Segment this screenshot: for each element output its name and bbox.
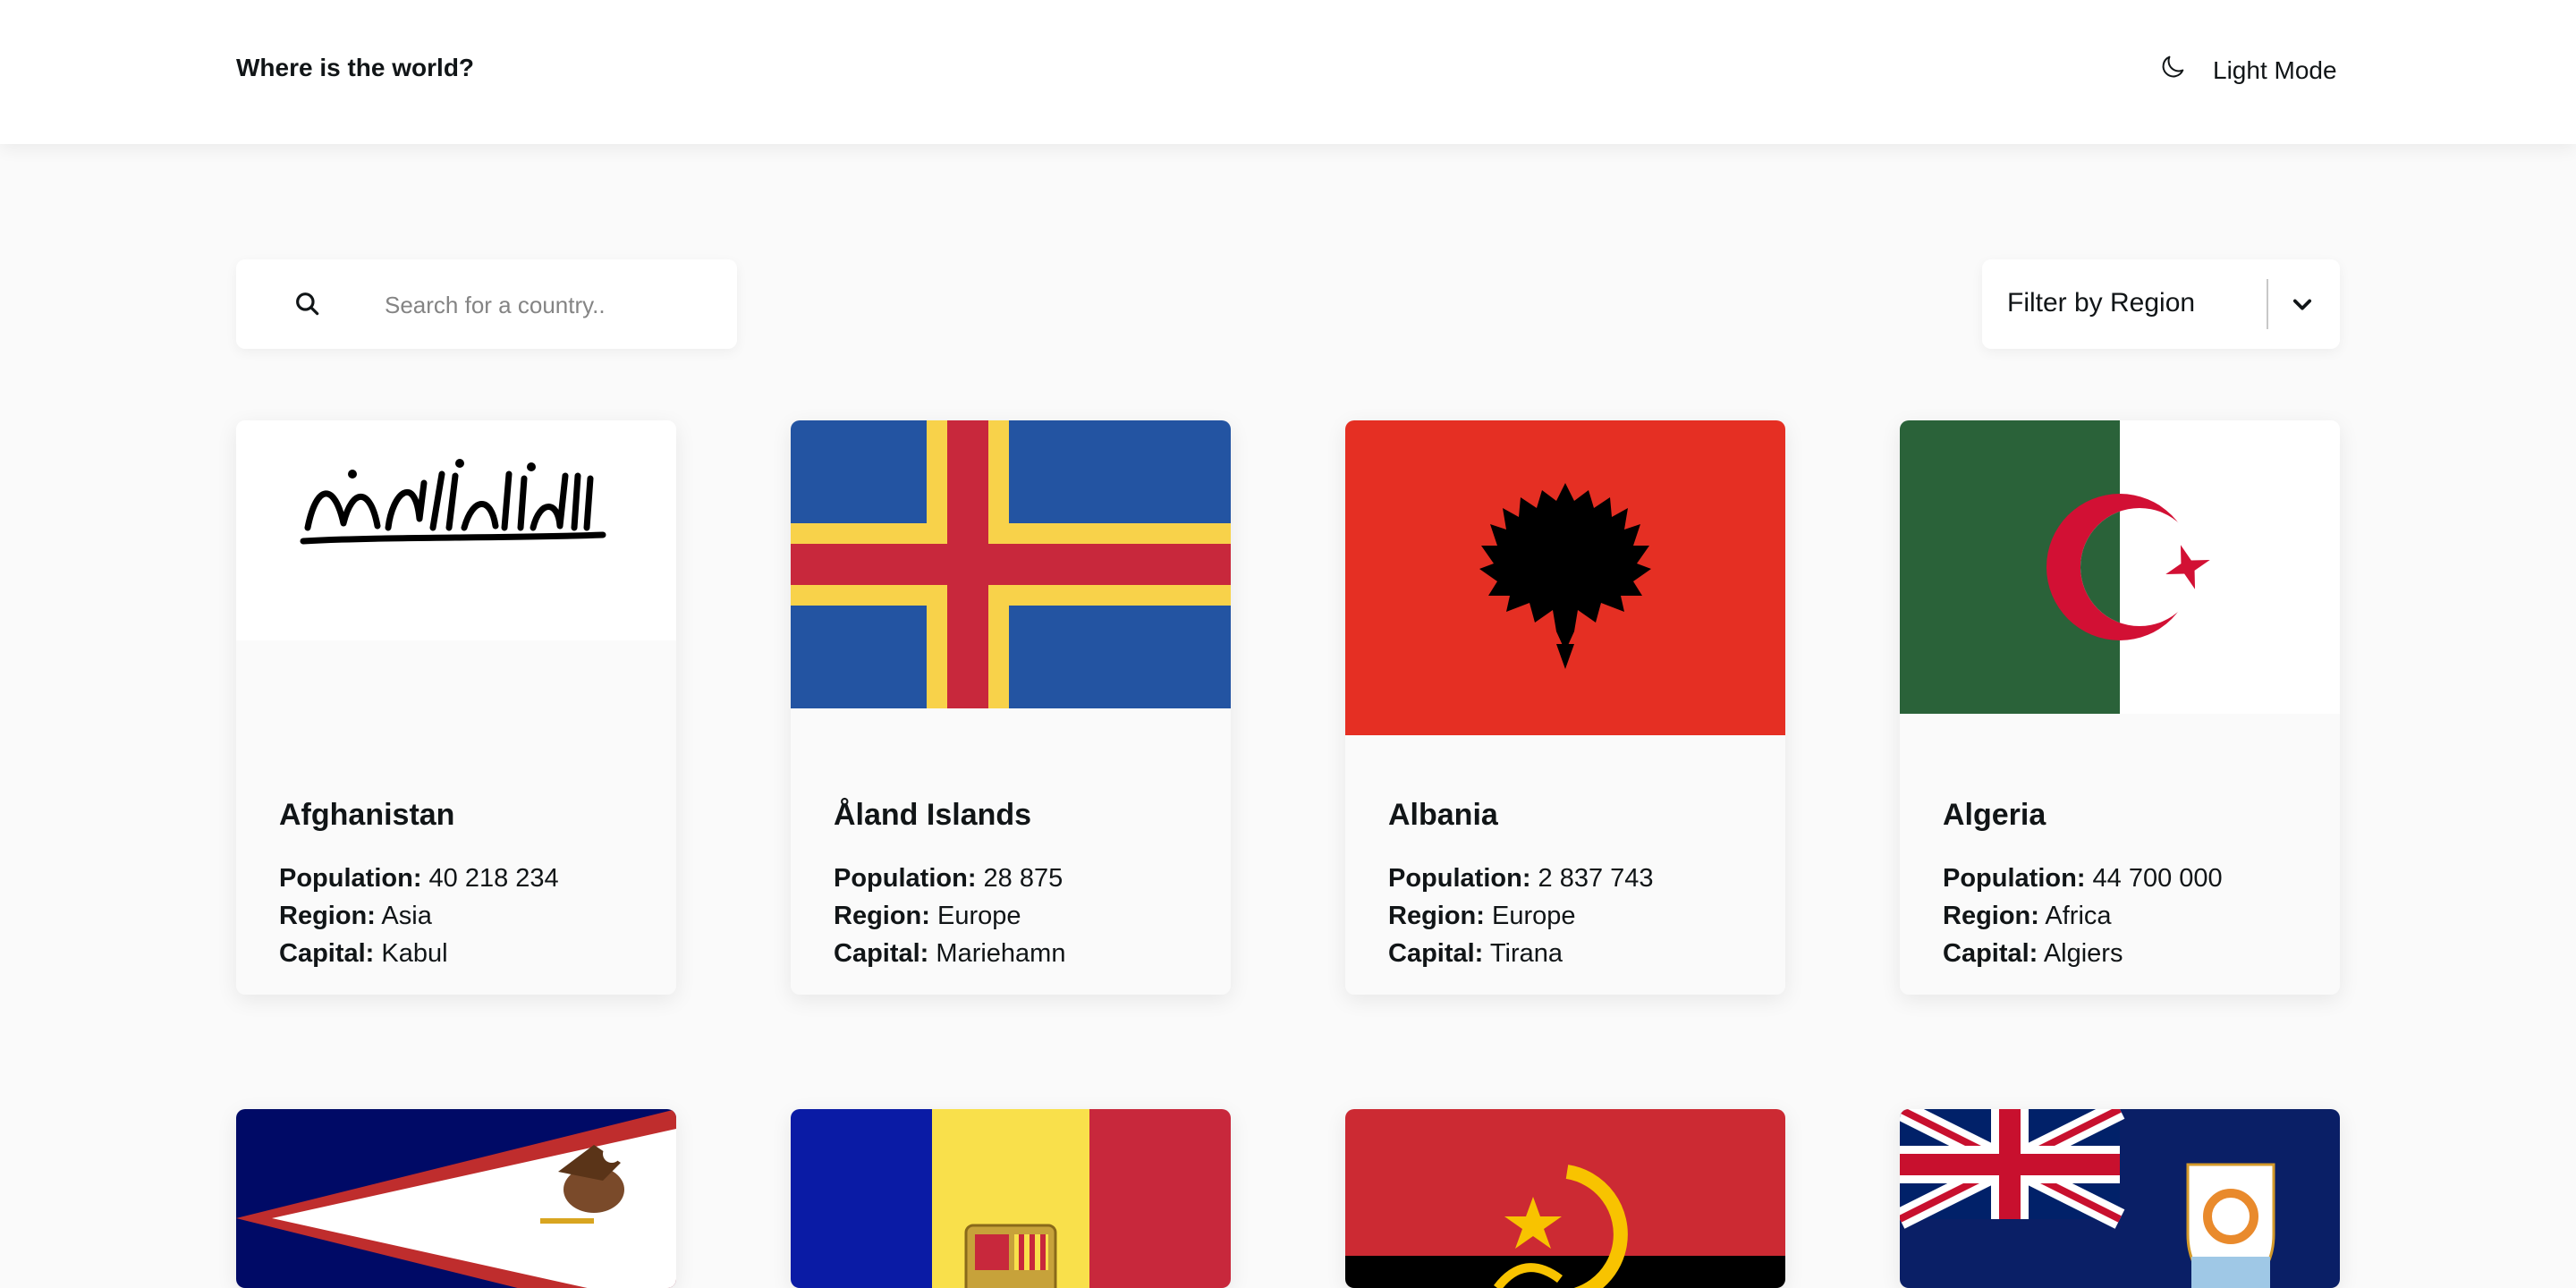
capital-row: Capital: Mariehamn xyxy=(834,935,1065,972)
region-row: Region: Africa xyxy=(1943,897,2223,935)
flag-image-aland-islands xyxy=(791,420,1231,708)
country-name: Algeria xyxy=(1943,798,2046,832)
search-box xyxy=(236,259,737,349)
capital-row: Capital: Algiers xyxy=(1943,935,2223,972)
capital-value: Kabul xyxy=(381,939,448,968)
population-row: Population: 28 875 xyxy=(834,860,1065,897)
flag-image-andorra xyxy=(791,1109,1231,1288)
theme-toggle-label: Light Mode xyxy=(2213,55,2337,84)
capital-label: Capital: xyxy=(279,939,375,968)
country-card-albania[interactable]: Albania Population: 2 837 743 Region: Eu… xyxy=(1345,420,1785,995)
moon-icon xyxy=(2157,52,2188,89)
region-value: Africa xyxy=(2045,902,2112,930)
country-card-angola[interactable] xyxy=(1345,1109,1785,1288)
population-value: 44 700 000 xyxy=(2092,864,2223,893)
population-row: Population: 2 837 743 xyxy=(1388,860,1654,897)
search-input[interactable] xyxy=(383,286,708,324)
flag-image-angola xyxy=(1345,1109,1785,1288)
population-label: Population: xyxy=(1388,864,1531,893)
country-name: Albania xyxy=(1388,798,1498,832)
search-icon xyxy=(293,290,322,318)
population-value: 40 218 234 xyxy=(428,864,559,893)
region-value: Europe xyxy=(1492,902,1576,930)
region-label: Region: xyxy=(1388,902,1485,930)
region-label: Region: xyxy=(834,902,930,930)
country-card-american-samoa[interactable] xyxy=(236,1109,676,1288)
region-value: Asia xyxy=(381,902,432,930)
region-row: Region: Europe xyxy=(1388,897,1654,935)
capital-value: Tirana xyxy=(1489,939,1563,968)
flag-image-algeria xyxy=(1900,420,2340,714)
flag-image-afghanistan xyxy=(236,420,676,640)
country-card-anguilla[interactable] xyxy=(1900,1109,2340,1288)
population-label: Population: xyxy=(1943,864,2086,893)
region-filter-label: Filter by Region xyxy=(2007,288,2196,318)
capital-label: Capital: xyxy=(834,939,929,968)
country-card-afghanistan[interactable]: Afghanistan Population: 40 218 234 Regio… xyxy=(236,420,676,995)
population-value: 2 837 743 xyxy=(1538,864,1654,893)
country-card-algeria[interactable]: Algeria Population: 44 700 000 Region: A… xyxy=(1900,420,2340,995)
population-row: Population: 44 700 000 xyxy=(1943,860,2223,897)
flag-image-albania xyxy=(1345,420,1785,735)
theme-toggle-button[interactable]: Light Mode xyxy=(2157,52,2337,89)
capital-label: Capital: xyxy=(1943,939,2038,968)
chevron-down-icon[interactable] xyxy=(2290,292,2315,317)
population-value: 28 875 xyxy=(983,864,1063,893)
country-name: Åland Islands xyxy=(834,798,1032,832)
country-name: Afghanistan xyxy=(279,798,455,832)
capital-row: Capital: Tirana xyxy=(1388,935,1654,972)
country-card-andorra[interactable] xyxy=(791,1109,1231,1288)
top-navbar: Where is the world? Light Mode xyxy=(0,0,2576,144)
capital-value: Algiers xyxy=(2043,939,2123,968)
population-label: Population: xyxy=(279,864,422,893)
population-label: Population: xyxy=(834,864,977,893)
flag-image-american-samoa xyxy=(236,1109,676,1288)
region-label: Region: xyxy=(1943,902,2039,930)
region-row: Region: Europe xyxy=(834,897,1065,935)
region-value: Europe xyxy=(937,902,1021,930)
population-row: Population: 40 218 234 xyxy=(279,860,559,897)
region-row: Region: Asia xyxy=(279,897,559,935)
region-filter-dropdown[interactable]: Filter by Region xyxy=(1982,259,2340,349)
flag-image-anguilla xyxy=(1900,1109,2340,1288)
capital-row: Capital: Kabul xyxy=(279,935,559,972)
capital-label: Capital: xyxy=(1388,939,1484,968)
region-label: Region: xyxy=(279,902,376,930)
site-title: Where is the world? xyxy=(236,54,475,81)
country-card-aland-islands[interactable]: Åland Islands Population: 28 875 Region:… xyxy=(791,420,1231,995)
capital-value: Mariehamn xyxy=(936,939,1066,968)
dropdown-divider xyxy=(2267,279,2268,329)
